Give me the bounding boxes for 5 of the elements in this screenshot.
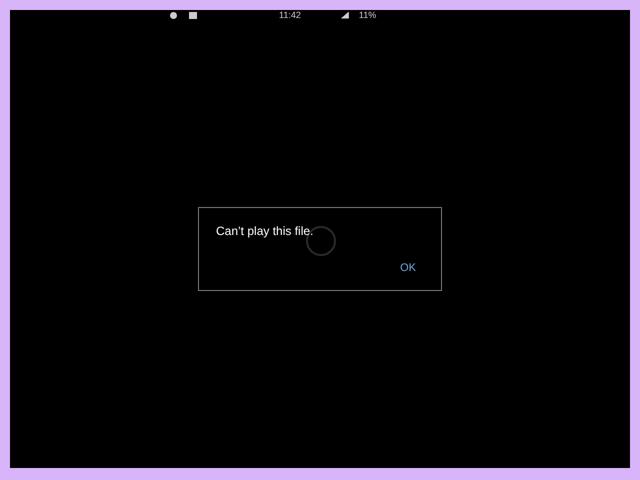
- signal-icon: [340, 12, 349, 18]
- ok-button[interactable]: OK: [392, 260, 424, 276]
- status-battery: 11%: [358, 10, 376, 20]
- dialog-message: Can’t play this file.: [216, 223, 314, 240]
- status-time: 11:42: [279, 10, 301, 20]
